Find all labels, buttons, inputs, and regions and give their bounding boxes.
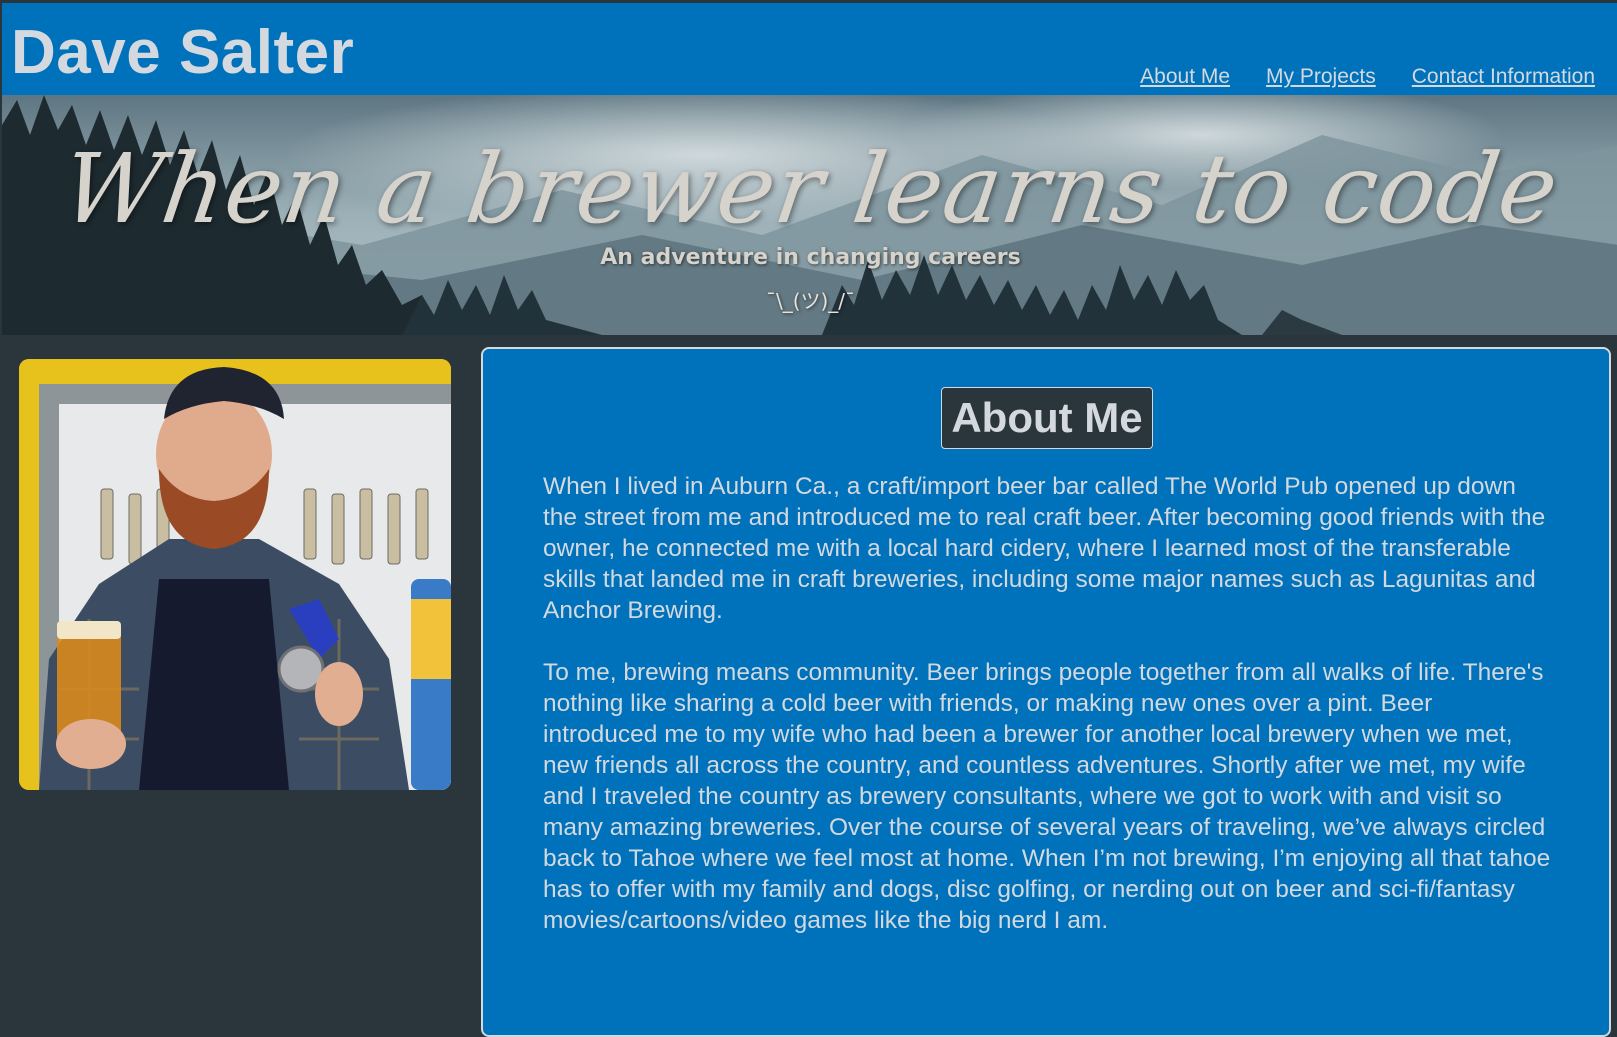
hero-subtitle: An adventure in changing careers: [600, 245, 1021, 270]
site-title: Dave Salter: [11, 18, 355, 87]
hero-title: When a brewer learns to code: [55, 133, 1566, 245]
profile-photo: [19, 359, 451, 790]
main-nav: About Me My Projects Contact Information: [1140, 65, 1595, 89]
site-header: Dave Salter About Me My Projects Contact…: [0, 0, 1617, 95]
about-paragraph-1: When I lived in Auburn Ca., a craft/impo…: [543, 473, 1546, 624]
hero-shrug-emoticon: ¯\_(ツ)_/¯: [765, 289, 856, 313]
about-me-heading: About Me: [941, 387, 1153, 449]
hero-banner: When a brewer learns to code An adventur…: [0, 95, 1617, 335]
nav-link-contact-information[interactable]: Contact Information: [1412, 65, 1595, 89]
nav-link-my-projects[interactable]: My Projects: [1266, 65, 1376, 89]
about-me-section: About Me When I lived in Auburn Ca., a c…: [481, 347, 1611, 1037]
about-paragraph-2: To me, brewing means community. Beer bri…: [543, 659, 1551, 934]
about-me-text: When I lived in Auburn Ca., a craft/impo…: [543, 471, 1553, 967]
person-photo-icon: [19, 359, 451, 790]
nav-link-about-me[interactable]: About Me: [1140, 65, 1230, 89]
